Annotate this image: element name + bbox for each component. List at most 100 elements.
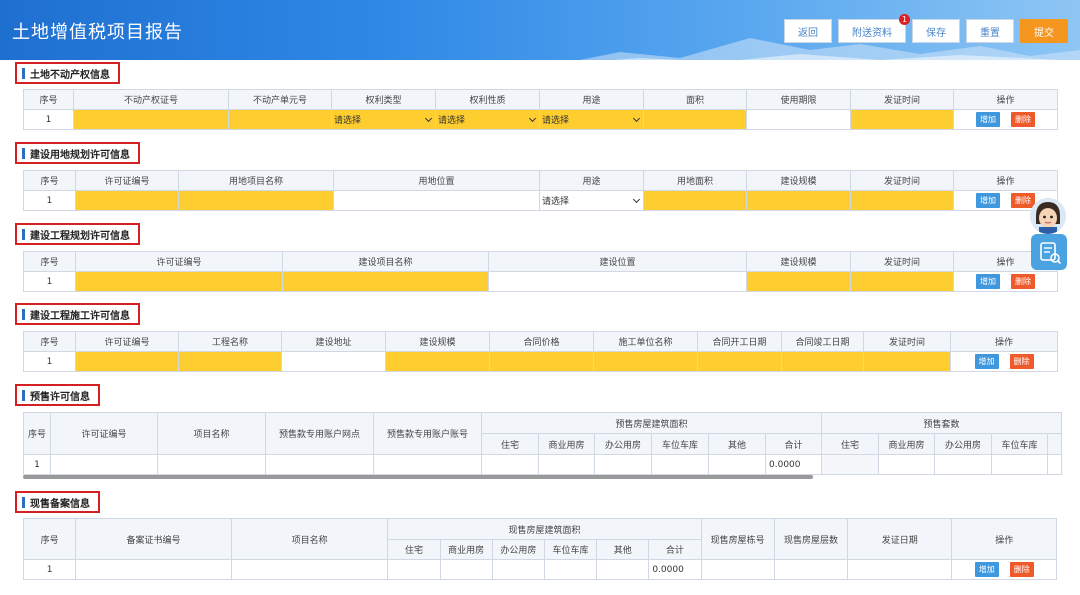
property-unit-no-input[interactable] [228,109,332,130]
attach-materials-button[interactable]: 附送资料 [838,19,906,43]
area-commercial-input[interactable] [538,454,595,475]
project-planning-table: 序号 许可证编号 建设项目名称 建设位置 建设规模 发证时间 操作 1 增加 删除 [23,251,1058,292]
sub-header: 办公用房 [491,539,545,560]
build-location-input[interactable] [488,271,747,292]
reset-button[interactable]: 重置 [966,19,1014,43]
units-commercial-input[interactable] [878,454,936,475]
area-parking-input[interactable] [651,454,709,475]
sub-header: 车位车库 [543,539,598,560]
area-residential-input[interactable] [387,559,441,580]
contractor-name-input[interactable] [593,351,698,372]
col-header: 许可证编号 [75,170,179,191]
select-value: 请选择 [542,197,570,207]
section-title-text: 现售备案信息 [30,498,90,510]
issue-date-input[interactable] [847,559,953,580]
section-marker [22,147,25,159]
building-no-input[interactable] [700,559,775,580]
col-header: 项目名称 [230,518,389,560]
account-no-input[interactable] [373,454,482,475]
right-type-select[interactable]: 请选择 [331,109,436,130]
area-other-input[interactable] [708,454,766,475]
build-address-input[interactable] [281,351,386,372]
select-value: 请选择 [438,116,466,126]
project-name-input[interactable] [157,454,266,475]
record-cert-no-input[interactable] [75,559,232,580]
property-cert-no-input[interactable] [73,109,229,130]
usage-select[interactable]: 请选择 [539,109,644,130]
permit-no-input[interactable] [50,454,158,475]
delete-button[interactable]: 删除 [1011,274,1035,289]
row-number: 1 [23,351,76,372]
sub-header: 住宅 [387,539,441,560]
table-row: 1 0.0000 增加 删除 [22,559,1057,580]
land-area-input[interactable] [643,190,747,211]
col-header: 序号 [23,170,76,191]
section-title-presale-permit: 预售许可信息 [15,384,100,406]
account-branch-input[interactable] [265,454,374,475]
build-scale-input[interactable] [746,190,851,211]
add-button[interactable]: 增加 [976,274,1000,289]
build-project-name-input[interactable] [282,271,489,292]
row-number: 1 [23,190,76,211]
delete-button[interactable]: 删除 [1009,354,1034,369]
right-nature-select[interactable]: 请选择 [435,109,540,130]
area-parking-input[interactable] [543,559,598,580]
units-office-input[interactable] [934,454,993,475]
permit-no-input[interactable] [75,351,179,372]
delete-button[interactable]: 删除 [1011,112,1035,127]
use-term-input[interactable] [746,109,851,130]
area-commercial-input[interactable] [439,559,493,580]
build-scale-input[interactable] [746,271,851,292]
sub-header: 车位车库 [991,433,1049,455]
issue-date-input[interactable] [850,109,954,130]
col-header: 工程名称 [178,331,282,352]
delete-button[interactable]: 删除 [1011,193,1035,208]
contract-end-date-input[interactable] [781,351,864,372]
chevron-down-icon [632,114,641,122]
col-header: 建设项目名称 [282,251,489,272]
back-button[interactable]: 返回 [784,19,832,43]
units-residential-input[interactable] [821,454,880,475]
land-location-input[interactable] [333,190,540,211]
issue-date-input[interactable] [850,271,954,292]
area-residential-input[interactable] [481,454,539,475]
add-button[interactable]: 增加 [976,112,1000,127]
floor-count-input[interactable] [773,559,849,580]
area-input[interactable] [643,109,747,130]
land-project-name-input[interactable] [178,190,334,211]
select-value: 请选择 [542,116,570,126]
section-title-text: 预售许可信息 [30,391,90,403]
add-button[interactable]: 增加 [976,193,1000,208]
save-button[interactable]: 保存 [912,19,960,43]
row-number: 1 [23,454,51,475]
area-office-input[interactable] [594,454,652,475]
row-number: 1 [23,109,74,130]
units-extra-cell [1047,454,1063,475]
col-header: 用途 [539,170,644,191]
units-parking-input[interactable] [991,454,1049,475]
permit-no-input[interactable] [75,190,179,211]
online-service-button[interactable] [1031,234,1067,270]
delete-button[interactable]: 删除 [1009,562,1034,577]
build-scale-input[interactable] [385,351,490,372]
col-header: 合同开工日期 [697,331,782,352]
col-header: 操作 [953,170,1058,191]
usage-select[interactable]: 请选择 [539,190,644,211]
contract-start-date-input[interactable] [697,351,782,372]
add-button[interactable]: 增加 [974,354,999,369]
section-title-current-sale: 现售备案信息 [15,491,100,513]
submit-button[interactable]: 提交 [1020,19,1068,43]
permit-no-input[interactable] [75,271,283,292]
col-header: 预售款专用账户账号 [373,412,482,455]
horizontal-scrollbar[interactable] [23,475,813,479]
area-office-input[interactable] [491,559,545,580]
row-actions: 增加 删除 [951,559,1057,580]
assistant-avatar-icon[interactable] [1030,198,1066,234]
add-button[interactable]: 增加 [974,562,999,577]
area-other-input[interactable] [596,559,650,580]
issue-date-input[interactable] [850,190,954,211]
project-name-input[interactable] [178,351,282,372]
contract-price-input[interactable] [489,351,594,372]
project-name-input[interactable] [230,559,389,580]
issue-date-input[interactable] [863,351,951,372]
